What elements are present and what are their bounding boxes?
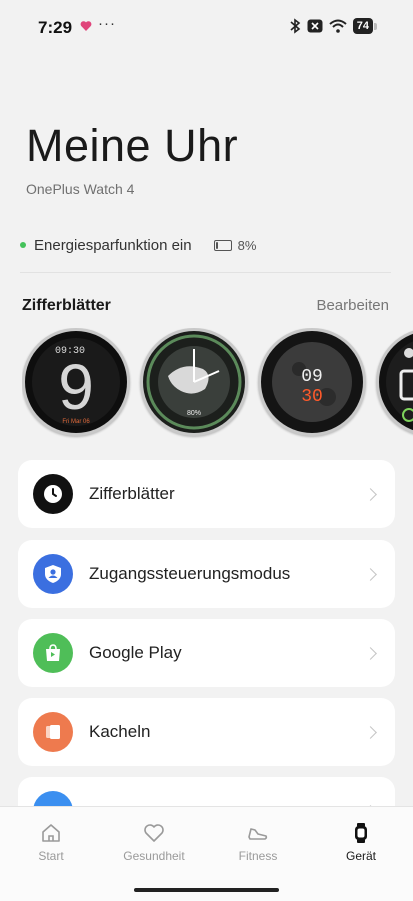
shopping-bag-icon: [33, 633, 73, 673]
watch-icon: [355, 823, 367, 843]
watch-face-digital-9[interactable]: 9 09:30 Fri Mar 06: [22, 328, 130, 436]
divider: [20, 272, 391, 273]
battery-icon: 74: [352, 18, 373, 34]
nav-label: Fitness: [238, 849, 278, 863]
person-shield-icon: [33, 554, 73, 594]
chevron-right-icon: [364, 567, 377, 581]
home-icon: [42, 824, 60, 842]
nav-gesundheit[interactable]: Gesundheit: [114, 821, 194, 863]
energy-saving-label: Energiesparfunktion ein: [34, 236, 192, 254]
nav-label: Gesundheit: [123, 849, 185, 863]
home-indicator[interactable]: [134, 888, 279, 892]
edit-watch-faces-link[interactable]: Bearbeiten: [316, 297, 389, 314]
face-minute: 30: [301, 387, 323, 407]
status-overflow-dots: ···: [98, 15, 116, 32]
nav-start[interactable]: Start: [11, 821, 91, 863]
face-time-text: 09:30: [55, 346, 85, 357]
watch-face-globe[interactable]: 80%: [140, 328, 248, 436]
status-time: 7:29: [38, 18, 73, 37]
chevron-right-icon: [364, 646, 377, 660]
bluetooth-icon: [290, 18, 301, 34]
device-name: OnePlus Watch 4: [26, 181, 135, 197]
energy-saving-status[interactable]: Energiesparfunktion ein 8%: [20, 234, 393, 256]
menu-label: Kacheln: [89, 722, 151, 741]
menu-label: Zifferblätter: [89, 484, 175, 503]
watch-face-moon[interactable]: 09 30: [258, 328, 366, 436]
nav-label: Gerät: [345, 849, 376, 863]
nav-fitness[interactable]: Fitness: [218, 821, 298, 863]
battery-low-icon: [213, 239, 232, 251]
watch-faces-heading: Zifferblätter: [22, 297, 111, 314]
face-date-text: Fri Mar 06: [62, 419, 90, 425]
watch-battery-percent: 8%: [237, 237, 257, 253]
x-box-icon: [307, 19, 323, 33]
menu-item-google-play[interactable]: Google Play: [18, 619, 395, 687]
shoe-icon: [248, 828, 268, 840]
watch-face-partial[interactable]: [376, 328, 413, 436]
menu-item-access-control-mode[interactable]: Zugangssteuerungsmodus: [18, 540, 395, 608]
heart-outline-icon: [144, 824, 164, 842]
chevron-right-icon: [364, 487, 377, 501]
tiles-icon: [33, 712, 73, 752]
nav-label: Start: [38, 849, 64, 863]
chevron-right-icon: [364, 725, 377, 739]
menu-label: Google Play: [89, 643, 182, 662]
menu-label: Zugangssteuerungsmodus: [89, 564, 291, 583]
nav-geraet[interactable]: Gerät: [321, 821, 401, 863]
menu-item-watch-faces[interactable]: Zifferblätter: [18, 460, 395, 528]
bottom-navigation: Start Gesundheit Fitness Gerät: [0, 806, 413, 901]
face-center-value: 80%: [187, 410, 201, 417]
clock-icon: [33, 474, 73, 514]
status-dot-icon: [20, 242, 26, 248]
page-title: Meine Uhr: [26, 120, 239, 171]
heart-icon: [80, 21, 92, 31]
face-numeral: 9: [58, 351, 94, 423]
watch-face-carousel[interactable]: 9 09:30 Fri Mar 06 80% 09 30: [22, 328, 413, 440]
wifi-icon: [329, 19, 347, 33]
menu-item-tiles[interactable]: Kacheln: [18, 698, 395, 766]
status-bar: 7:29 ··· 74: [0, 0, 413, 54]
face-hour: 09: [301, 367, 323, 387]
